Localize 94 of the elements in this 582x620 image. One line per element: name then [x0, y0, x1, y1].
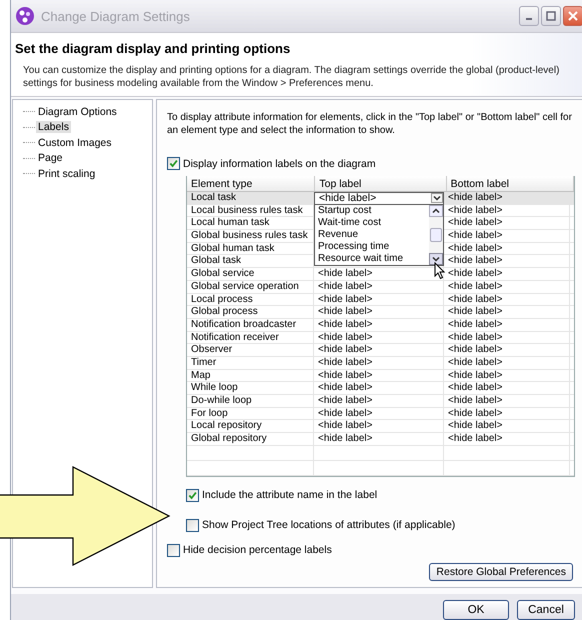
label-dropdown[interactable]: <hide label>: [314, 192, 444, 205]
scroll-up-icon[interactable]: [429, 205, 443, 217]
table-cell: Notification receiver: [187, 332, 314, 344]
table-cell[interactable]: <hide label>: [444, 332, 570, 344]
table-cell: While loop: [187, 382, 314, 394]
table-cell: Map: [187, 370, 314, 382]
table-cell[interactable]: <hide label>: [444, 395, 570, 407]
checkbox[interactable]: [167, 157, 180, 170]
restore-defaults-button[interactable]: Restore Global Preferences: [429, 562, 573, 581]
table-cell: Global repository: [187, 433, 314, 445]
dropdown-option[interactable]: Wait-time cost: [318, 217, 429, 229]
table-cell[interactable]: <hide label>: [314, 433, 444, 445]
window-title: Change Diagram Settings: [41, 8, 191, 24]
dropdown-option[interactable]: Processing time: [318, 241, 429, 253]
table-cell[interactable]: <hide label>: [444, 420, 570, 432]
dropdown-option[interactable]: Startup cost: [318, 205, 429, 217]
table-cell[interactable]: <hide label>: [314, 294, 444, 306]
checkbox[interactable]: [167, 544, 180, 557]
table-cell[interactable]: <hide label>: [444, 433, 570, 445]
dropdown-arrow-icon[interactable]: [431, 193, 443, 204]
dropdown-option[interactable]: Revenue: [318, 229, 429, 241]
column-header[interactable]: Top label: [315, 176, 447, 191]
checkbox-label: Hide decision percentage labels: [183, 544, 332, 556]
maximize-icon: [546, 11, 556, 21]
table-cell: Local process: [187, 294, 314, 306]
table-row[interactable]: Global repository <hide label> <hide label>: [187, 433, 574, 446]
dropdown-option[interactable]: Resource wait time: [318, 253, 429, 265]
checkbox-label: Show Project Tree locations of attributes (if applicable): [202, 519, 456, 532]
table-cell[interactable]: <hide label>: [314, 344, 444, 356]
table-cell[interactable]: <hide label>: [444, 370, 570, 382]
table-cell[interactable]: <hide label>: [314, 370, 444, 382]
column-header[interactable]: Element type: [187, 176, 316, 191]
table-cell[interactable]: <hide label>: [444, 280, 570, 292]
scrollbar[interactable]: [429, 205, 443, 265]
table-cell[interactable]: <hide label>: [314, 395, 444, 407]
table-cell[interactable]: <hide label>: [314, 332, 444, 344]
tree-item[interactable]: Labels: [36, 121, 71, 134]
table-cell: Global service: [187, 268, 314, 280]
table-cell[interactable]: <hide label>: [444, 344, 570, 356]
table-cell[interactable]: <hide label>: [314, 408, 444, 420]
table-cell[interactable]: <hide label>: [314, 420, 444, 432]
close-icon: [568, 11, 578, 21]
table-row[interactable]: Local task <hide label> <hide label>: [187, 192, 574, 205]
table-row[interactable]: While loop <hide label> <hide label>: [187, 382, 574, 395]
table-cell[interactable]: <hide label>: [314, 280, 444, 292]
cancel-button[interactable]: Cancel: [517, 600, 575, 620]
table-cell[interactable]: <hide label>: [314, 356, 444, 369]
table-cell[interactable]: <hide label>: [444, 294, 570, 306]
instructions-text: To display attribute information for elements, click in the "Top label" or "Bottom label" cell for an element type and select the information to show.: [167, 111, 572, 137]
table-cell[interactable]: <hide label>: [444, 356, 570, 369]
dialog-heading: Set the diagram display and printing options: [15, 41, 292, 56]
table-row[interactable]: Local process <hide label> <hide label>: [187, 294, 574, 306]
table-cell: Global service operation: [187, 280, 314, 292]
checkbox-label: Include the attribute name in the label: [202, 489, 378, 502]
column-header[interactable]: Bottom label: [446, 176, 574, 191]
close-button[interactable]: [563, 6, 582, 26]
table-cell: Notification broadcaster: [187, 318, 314, 331]
tree-item[interactable]: Diagram Options: [36, 106, 119, 118]
dialog-description: You can customize the display and printing options for a diagram. The diagram settings override the global (product-level) settings for business modeling available from the Window > Preferences menu.: [22, 64, 560, 90]
tree-item[interactable]: Page: [36, 152, 65, 164]
tree-item[interactable]: Print scaling: [36, 168, 98, 180]
table-cell[interactable]: <hide label>: [314, 382, 444, 394]
table-row[interactable]: Notification receiver <hide label> <hide label>: [187, 332, 574, 344]
table-row[interactable]: Do-while loop <hide label> <hide label>: [187, 395, 574, 408]
table-row[interactable]: Notification broadcaster <hide label> <hide label>: [187, 318, 574, 332]
table-cell[interactable]: <hide label>: [444, 382, 570, 394]
table-cell: For loop: [187, 408, 314, 420]
table-cell[interactable]: <hide label>: [314, 318, 444, 331]
checkbox[interactable]: [186, 518, 199, 532]
minimize-button[interactable]: [519, 6, 539, 26]
table-row[interactable]: Timer <hide label> <hide label>: [187, 356, 574, 370]
table-cell: Local repository: [187, 420, 314, 432]
table-cell[interactable]: <hide label>: [444, 318, 570, 331]
table-cell[interactable]: <hide label>: [444, 306, 570, 318]
table-cell[interactable]: <hide label>: [444, 192, 570, 204]
table-cell[interactable]: <hide label>: [444, 408, 570, 420]
table-row[interactable]: For loop <hide label> <hide label>: [187, 408, 574, 420]
scroll-down-icon[interactable]: [429, 253, 443, 265]
app-icon: [15, 6, 35, 26]
checkbox-label: Display information labels on the diagram: [183, 158, 376, 170]
table-cell: Observer: [187, 344, 314, 356]
maximize-button[interactable]: [541, 6, 561, 26]
table-cell: Timer: [187, 356, 314, 369]
table-row[interactable]: Map <hide label> <hide label>: [187, 370, 574, 382]
table-row[interactable]: Observer <hide label> <hide label>: [187, 344, 574, 357]
table-cell: Global process: [187, 306, 314, 318]
checkbox[interactable]: [186, 488, 199, 502]
tree-item[interactable]: Custom Images: [36, 136, 114, 149]
table-row[interactable]: Global process <hide label> <hide label>: [187, 306, 574, 319]
table-cell[interactable]: <hide label>: [314, 306, 444, 318]
table-row[interactable]: Global service operation <hide label> <hide label>: [187, 280, 574, 294]
ok-button[interactable]: OK: [443, 600, 509, 620]
table-cell: Do-while loop: [187, 395, 314, 407]
table-row[interactable]: Local repository <hide label> <hide label>: [187, 420, 574, 434]
